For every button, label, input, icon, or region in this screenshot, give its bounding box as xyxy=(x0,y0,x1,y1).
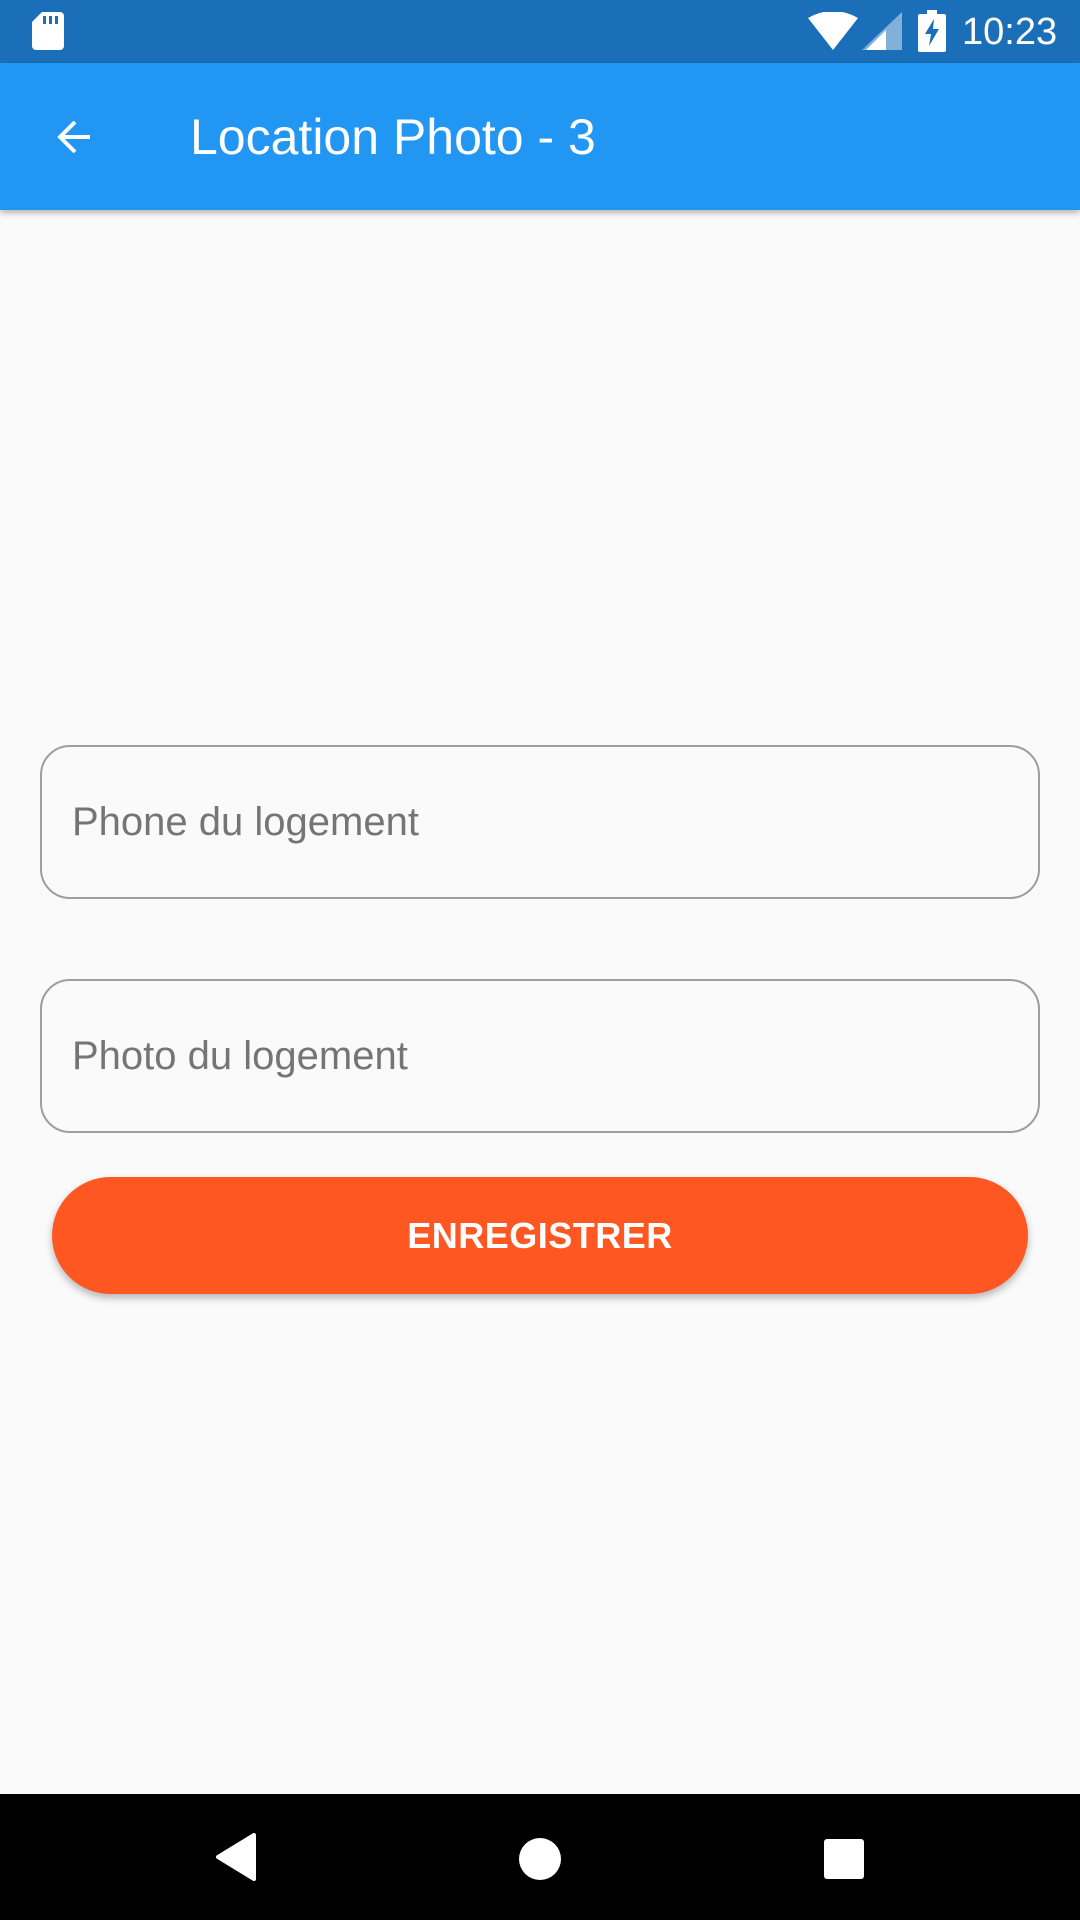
signal-icon xyxy=(862,12,902,50)
app-bar: Location Photo - 3 xyxy=(0,63,1080,210)
nav-bar xyxy=(0,1794,1080,1920)
phone-input[interactable] xyxy=(42,747,1038,897)
nav-home-icon[interactable] xyxy=(510,1829,570,1889)
wifi-icon xyxy=(808,12,858,50)
photo-field[interactable] xyxy=(40,979,1040,1133)
back-button[interactable] xyxy=(30,103,118,171)
status-bar: 10:23 xyxy=(0,0,1080,63)
save-button[interactable]: ENREGISTRER xyxy=(52,1177,1028,1294)
arrow-back-icon xyxy=(57,120,90,154)
battery-charging-icon xyxy=(918,10,946,52)
page-title: Location Photo - 3 xyxy=(190,109,596,165)
screen: 10:23 Location Photo - 3 ENREGISTRER xyxy=(0,0,1080,1920)
phone-field[interactable] xyxy=(40,745,1040,899)
sd-card-icon xyxy=(32,12,64,50)
status-time: 10:23 xyxy=(962,11,1058,53)
photo-input[interactable] xyxy=(42,981,1038,1131)
nav-recents-icon[interactable] xyxy=(814,1829,874,1889)
nav-back-icon[interactable] xyxy=(210,1829,266,1885)
